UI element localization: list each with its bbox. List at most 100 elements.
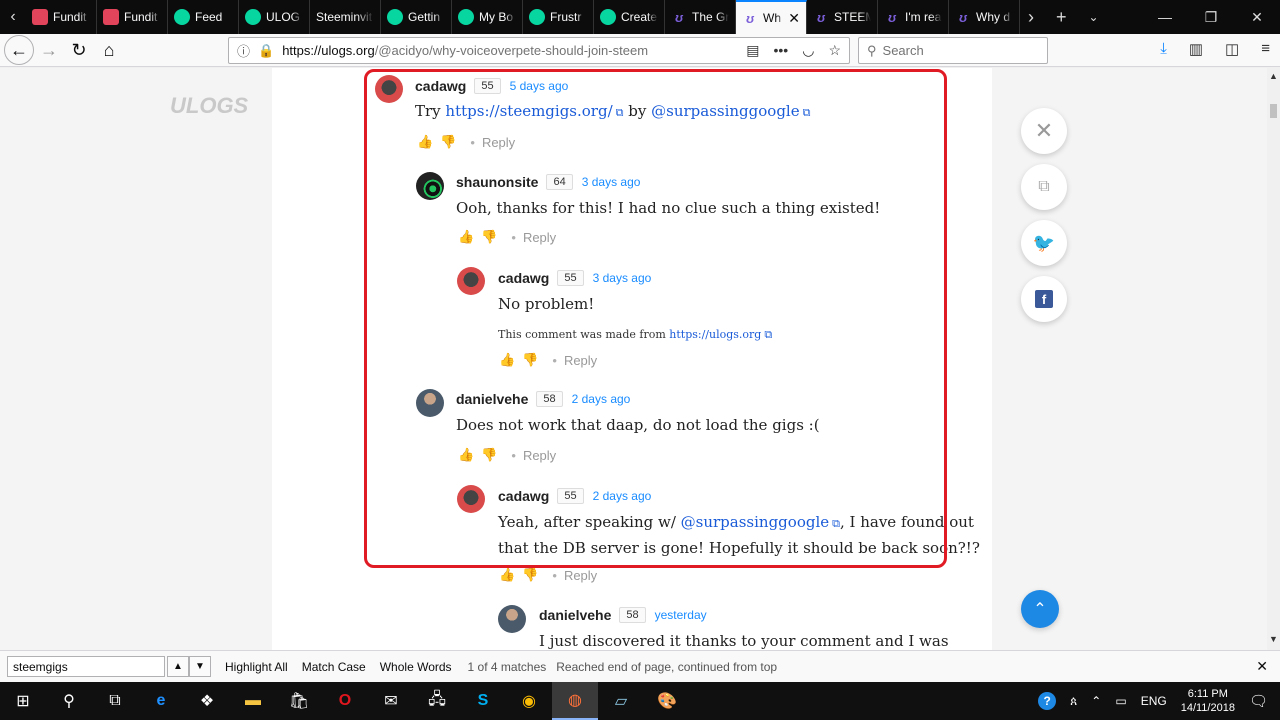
browser-tab[interactable]: ULOG [239, 0, 310, 34]
find-previous-button[interactable]: ▲ [167, 656, 189, 677]
ulogs-icon: ʊ [745, 10, 755, 26]
paint-icon[interactable]: 🎨 [644, 682, 690, 720]
new-tab-button[interactable]: + [1056, 7, 1067, 28]
browser-tab[interactable]: Fundit [26, 0, 97, 34]
share-link-icon[interactable]: ⧉ [1021, 164, 1067, 210]
upvote-icon[interactable]: 👍 [499, 567, 515, 583]
browser-tab[interactable]: Feed [168, 0, 239, 34]
browser-tab[interactable]: ʊ I'm rea [878, 0, 949, 34]
browser-tab[interactable]: Fundit [97, 0, 168, 34]
fundition-icon [103, 9, 119, 25]
mail-icon[interactable]: ✉ [368, 682, 414, 720]
tab-label: Gettin [408, 10, 441, 24]
tab-scroll-left-button[interactable]: ‹ [0, 0, 26, 34]
edge-icon[interactable]: e [138, 682, 184, 720]
scrollbar-thumb[interactable] [1270, 104, 1277, 118]
tab-scroll-right-button[interactable]: › [1028, 7, 1034, 28]
page-scrollbar[interactable]: ▲ ▼ [1267, 68, 1280, 650]
downvote-icon[interactable]: 👎 [522, 567, 538, 583]
home-button[interactable]: ⌂ [94, 35, 124, 65]
tab-label: Create [621, 10, 658, 24]
browser-tab[interactable]: ʊ Wh ✕ [736, 0, 807, 34]
firefox-icon[interactable]: ◍ [552, 682, 598, 720]
language-indicator[interactable]: ENG [1141, 694, 1167, 708]
tab-strip: Fundit Fundit Feed ULOG Steeminvit Gettin My B… [26, 0, 1020, 34]
find-next-button[interactable]: ▼ [189, 656, 211, 677]
scroll-to-top-button[interactable]: ⌃ [1021, 590, 1059, 628]
page-actions-icon[interactable]: ••• [774, 42, 789, 59]
red-highlight-annotation [364, 69, 947, 568]
separator-dot: • [552, 567, 557, 583]
reader-view-icon[interactable]: ▤ [746, 42, 759, 59]
notepad-icon[interactable]: ▱ [598, 682, 644, 720]
comment-author[interactable]: danielvehe [539, 607, 611, 623]
ulogs-icon: ʊ [816, 9, 826, 25]
avatar[interactable] [498, 605, 526, 633]
tab-label: Fundit [124, 10, 158, 24]
file-explorer-icon[interactable]: ▬ [230, 682, 276, 720]
pocket-icon[interactable]: ◡ [802, 42, 814, 59]
find-input[interactable]: steemgigs [7, 656, 165, 677]
toolbar-right: ⤓ ▥ ◫ ≡ [1160, 40, 1270, 58]
twitter-icon[interactable]: 🐦 [1021, 220, 1067, 266]
url-bar[interactable]: ⓘ 🔒 https://ulogs.org/@acidyo/why-voiceo… [228, 37, 850, 64]
forward-button[interactable]: → [34, 35, 64, 65]
tab-label: Wh [763, 11, 781, 25]
match-case-toggle[interactable]: Match Case [302, 660, 366, 674]
whole-words-toggle[interactable]: Whole Words [380, 660, 452, 674]
browser-tab[interactable]: Frustr [523, 0, 594, 34]
browser-tab[interactable]: Create [594, 0, 665, 34]
tab-label: My Bo [479, 10, 514, 24]
all-tabs-chevron-down-icon[interactable]: ⌄ [1089, 10, 1099, 24]
clock[interactable]: 6:11 PM 14/11/2018 [1181, 687, 1235, 715]
dropbox-icon[interactable]: ❖ [184, 682, 230, 720]
browser-tab[interactable]: ʊ Why d [949, 0, 1020, 34]
store-icon[interactable]: 🛍 [276, 682, 322, 720]
tab-label: Why d [976, 10, 1011, 24]
bookmark-star-icon[interactable]: ☆ [828, 42, 841, 59]
highlight-all-toggle[interactable]: Highlight All [225, 660, 288, 674]
tab-label: Feed [195, 10, 223, 24]
search-input[interactable]: ⚲ Search [858, 37, 1048, 64]
browser-tab[interactable]: Steeminvit [310, 0, 381, 34]
restore-button[interactable]: ❐ [1188, 0, 1234, 34]
task-view-icon[interactable]: ⧉ [92, 682, 138, 720]
browser-tab[interactable]: ʊ STEEM [807, 0, 878, 34]
search-icon[interactable]: ⚲ [46, 682, 92, 720]
scroll-down-arrow[interactable]: ▼ [1269, 634, 1278, 644]
close-find-bar-button[interactable]: ✕ [1256, 658, 1268, 675]
chrome-icon[interactable]: ◉ [506, 682, 552, 720]
tab-label: ULOG [266, 10, 301, 24]
facebook-icon[interactable]: f [1021, 276, 1067, 322]
scroll-up-arrow[interactable]: ▲ [1269, 71, 1278, 81]
site-info-icon[interactable]: ⓘ [237, 41, 250, 60]
tab-label: STEEM [834, 10, 871, 24]
url-text: https://ulogs.org/@acidyo/why-voiceoverp… [282, 43, 649, 58]
skype-icon[interactable]: S [460, 682, 506, 720]
help-icon[interactable]: ? [1038, 692, 1057, 710]
close-tab-icon[interactable]: ✕ [788, 10, 800, 27]
network-app-icon[interactable]: 🖧 [414, 682, 460, 720]
downloads-icon[interactable]: ⤓ [1160, 40, 1167, 58]
browser-tab[interactable]: My Bo [452, 0, 523, 34]
opera-icon[interactable]: O [322, 682, 368, 720]
browser-tab[interactable]: ʊ The Gr [665, 0, 736, 34]
reload-button[interactable]: ↻ [64, 35, 94, 65]
sidebar-icon[interactable]: ◫ [1225, 40, 1239, 58]
network-icon[interactable]: ▭ [1115, 694, 1126, 708]
comment-time[interactable]: yesterday [655, 608, 707, 622]
menu-icon[interactable]: ≡ [1261, 40, 1270, 58]
minimize-button[interactable]: — [1142, 0, 1188, 34]
windows-taskbar: ⊞ ⚲ ⧉ e ❖ ▬ 🛍 O ✉ 🖧 S ◉ ◍ ▱ 🎨 ? ጰ ⌃ ▭ EN… [0, 682, 1280, 720]
close-window-button[interactable]: ✕ [1234, 0, 1280, 34]
windows-start-icon[interactable]: ⊞ [0, 682, 46, 720]
library-icon[interactable]: ▥ [1189, 40, 1203, 58]
tray-chevron-up-icon[interactable]: ⌃ [1091, 694, 1101, 708]
people-icon[interactable]: ጰ [1070, 694, 1077, 709]
back-button[interactable]: ← [4, 35, 34, 65]
reply-button[interactable]: Reply [564, 568, 597, 583]
close-share-button[interactable]: ✕ [1021, 108, 1067, 154]
browser-tab[interactable]: Gettin [381, 0, 452, 34]
notifications-icon[interactable]: 🗨 [1249, 692, 1268, 710]
clock-date: 14/11/2018 [1180, 702, 1235, 714]
